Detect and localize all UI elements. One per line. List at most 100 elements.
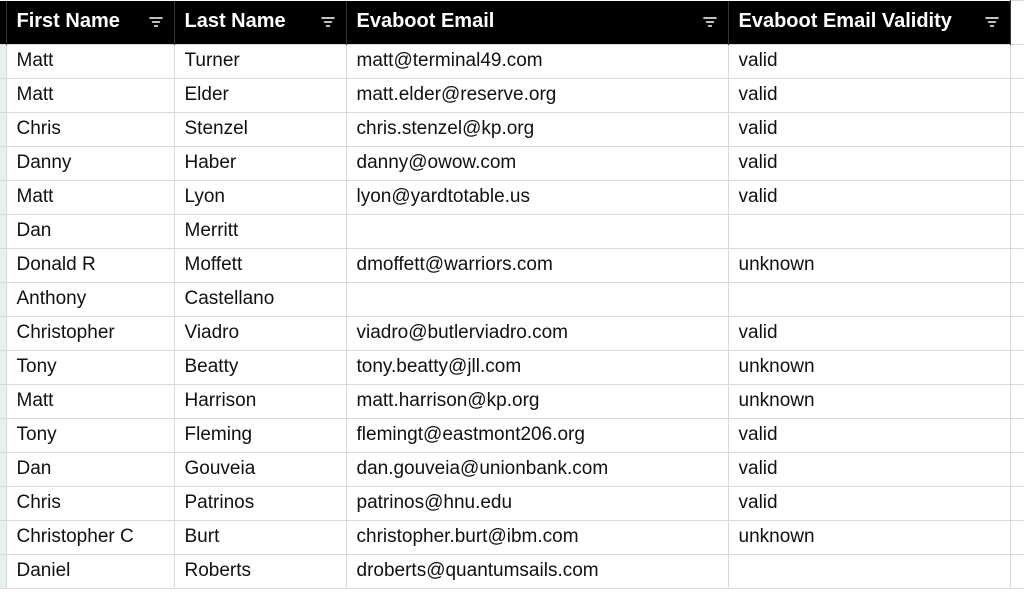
cell-email[interactable]: chris.stenzel@kp.org — [346, 113, 728, 147]
col-header-first[interactable]: First Name — [6, 1, 174, 45]
cell-valid[interactable]: valid — [728, 147, 1010, 181]
cell-last[interactable]: Roberts — [174, 555, 346, 589]
cell-last[interactable]: Merritt — [174, 215, 346, 249]
cell-last[interactable]: Fleming — [174, 419, 346, 453]
col-header-label: Evaboot Email — [357, 10, 495, 32]
table-body: MattTurnermatt@terminal49.comvalidMattEl… — [0, 45, 1024, 589]
cell-first[interactable]: Tony — [6, 419, 174, 453]
cell-first[interactable]: Tony — [6, 351, 174, 385]
cell-first[interactable]: Danny — [6, 147, 174, 181]
cell-valid[interactable]: unknown — [728, 249, 1010, 283]
table-row: ChristopherViadroviadro@butlerviadro.com… — [0, 317, 1024, 351]
cell-last[interactable]: Moffett — [174, 249, 346, 283]
cell-first[interactable]: Matt — [6, 181, 174, 215]
cell-email[interactable]: droberts@quantumsails.com — [346, 555, 728, 589]
trailing-cell — [1010, 215, 1024, 249]
table-row: TonyFlemingflemingt@eastmont206.orgvalid — [0, 419, 1024, 453]
cell-first[interactable]: Dan — [6, 215, 174, 249]
filter-icon[interactable] — [146, 12, 166, 32]
cell-first[interactable]: Chris — [6, 487, 174, 521]
cell-email[interactable]: dmoffett@warriors.com — [346, 249, 728, 283]
cell-last[interactable]: Harrison — [174, 385, 346, 419]
filter-icon[interactable] — [982, 12, 1002, 32]
cell-valid[interactable]: valid — [728, 79, 1010, 113]
table-row: DanielRobertsdroberts@quantumsails.com — [0, 555, 1024, 589]
cell-last[interactable]: Haber — [174, 147, 346, 181]
table-row: MattLyonlyon@yardtotable.usvalid — [0, 181, 1024, 215]
cell-valid[interactable]: unknown — [728, 351, 1010, 385]
cell-email[interactable]: matt@terminal49.com — [346, 45, 728, 79]
contacts-table: First Name Last Name Evaboot Email Evaboot … — [0, 0, 1024, 589]
cell-valid[interactable]: unknown — [728, 521, 1010, 555]
cell-last[interactable]: Elder — [174, 79, 346, 113]
cell-email[interactable] — [346, 283, 728, 317]
cell-last[interactable]: Gouveia — [174, 453, 346, 487]
cell-email[interactable]: matt.elder@reserve.org — [346, 79, 728, 113]
cell-first[interactable]: Daniel — [6, 555, 174, 589]
cell-last[interactable]: Turner — [174, 45, 346, 79]
cell-last[interactable]: Patrinos — [174, 487, 346, 521]
cell-email[interactable]: tony.beatty@jll.com — [346, 351, 728, 385]
cell-email[interactable]: matt.harrison@kp.org — [346, 385, 728, 419]
cell-email[interactable]: lyon@yardtotable.us — [346, 181, 728, 215]
cell-email[interactable]: christopher.burt@ibm.com — [346, 521, 728, 555]
cell-valid[interactable]: valid — [728, 45, 1010, 79]
cell-email[interactable] — [346, 215, 728, 249]
cell-first[interactable]: Christopher C — [6, 521, 174, 555]
cell-valid[interactable] — [728, 215, 1010, 249]
col-header-email[interactable]: Evaboot Email — [346, 1, 728, 45]
cell-valid[interactable]: valid — [728, 317, 1010, 351]
trailing-cell — [1010, 181, 1024, 215]
col-header-label: Last Name — [185, 10, 286, 32]
cell-valid[interactable]: valid — [728, 487, 1010, 521]
table-row: MattTurnermatt@terminal49.comvalid — [0, 45, 1024, 79]
cell-email[interactable]: patrinos@hnu.edu — [346, 487, 728, 521]
filter-icon[interactable] — [700, 12, 720, 32]
col-header-last[interactable]: Last Name — [174, 1, 346, 45]
col-header-valid[interactable]: Evaboot Email Validity — [728, 1, 1010, 45]
trailing-cell — [1010, 419, 1024, 453]
table-row: Donald RMoffettdmoffett@warriors.comunkn… — [0, 249, 1024, 283]
table-row: ChrisPatrinospatrinos@hnu.eduvalid — [0, 487, 1024, 521]
table-row: DannyHaberdanny@owow.comvalid — [0, 147, 1024, 181]
trailing-cell — [1010, 317, 1024, 351]
cell-last[interactable]: Stenzel — [174, 113, 346, 147]
cell-last[interactable]: Viadro — [174, 317, 346, 351]
cell-first[interactable]: Matt — [6, 79, 174, 113]
table-row: MattEldermatt.elder@reserve.orgvalid — [0, 79, 1024, 113]
cell-valid[interactable]: valid — [728, 419, 1010, 453]
cell-last[interactable]: Castellano — [174, 283, 346, 317]
cell-first[interactable]: Donald R — [6, 249, 174, 283]
trailing-cell — [1010, 283, 1024, 317]
cell-first[interactable]: Matt — [6, 385, 174, 419]
cell-last[interactable]: Beatty — [174, 351, 346, 385]
cell-first[interactable]: Chris — [6, 113, 174, 147]
cell-email[interactable]: flemingt@eastmont206.org — [346, 419, 728, 453]
trailing-cell — [1010, 487, 1024, 521]
cell-first[interactable]: Dan — [6, 453, 174, 487]
cell-email[interactable]: danny@owow.com — [346, 147, 728, 181]
table-row: AnthonyCastellano — [0, 283, 1024, 317]
cell-valid[interactable]: valid — [728, 181, 1010, 215]
cell-first[interactable]: Matt — [6, 45, 174, 79]
cell-valid[interactable] — [728, 283, 1010, 317]
cell-valid[interactable]: valid — [728, 453, 1010, 487]
table-row: DanMerritt — [0, 215, 1024, 249]
cell-valid[interactable]: unknown — [728, 385, 1010, 419]
col-header-label: Evaboot Email Validity — [739, 10, 952, 32]
col-header-label: First Name — [17, 10, 120, 32]
cell-last[interactable]: Burt — [174, 521, 346, 555]
cell-first[interactable]: Christopher — [6, 317, 174, 351]
cell-first[interactable]: Anthony — [6, 283, 174, 317]
cell-email[interactable]: dan.gouveia@unionbank.com — [346, 453, 728, 487]
table-row: ChrisStenzelchris.stenzel@kp.orgvalid — [0, 113, 1024, 147]
trailing-cell — [1010, 249, 1024, 283]
filter-icon[interactable] — [318, 12, 338, 32]
cell-last[interactable]: Lyon — [174, 181, 346, 215]
trailing-cell — [1010, 385, 1024, 419]
cell-email[interactable]: viadro@butlerviadro.com — [346, 317, 728, 351]
table-row: Christopher CBurtchristopher.burt@ibm.co… — [0, 521, 1024, 555]
table-row: TonyBeattytony.beatty@jll.comunknown — [0, 351, 1024, 385]
cell-valid[interactable]: valid — [728, 113, 1010, 147]
cell-valid[interactable] — [728, 555, 1010, 589]
